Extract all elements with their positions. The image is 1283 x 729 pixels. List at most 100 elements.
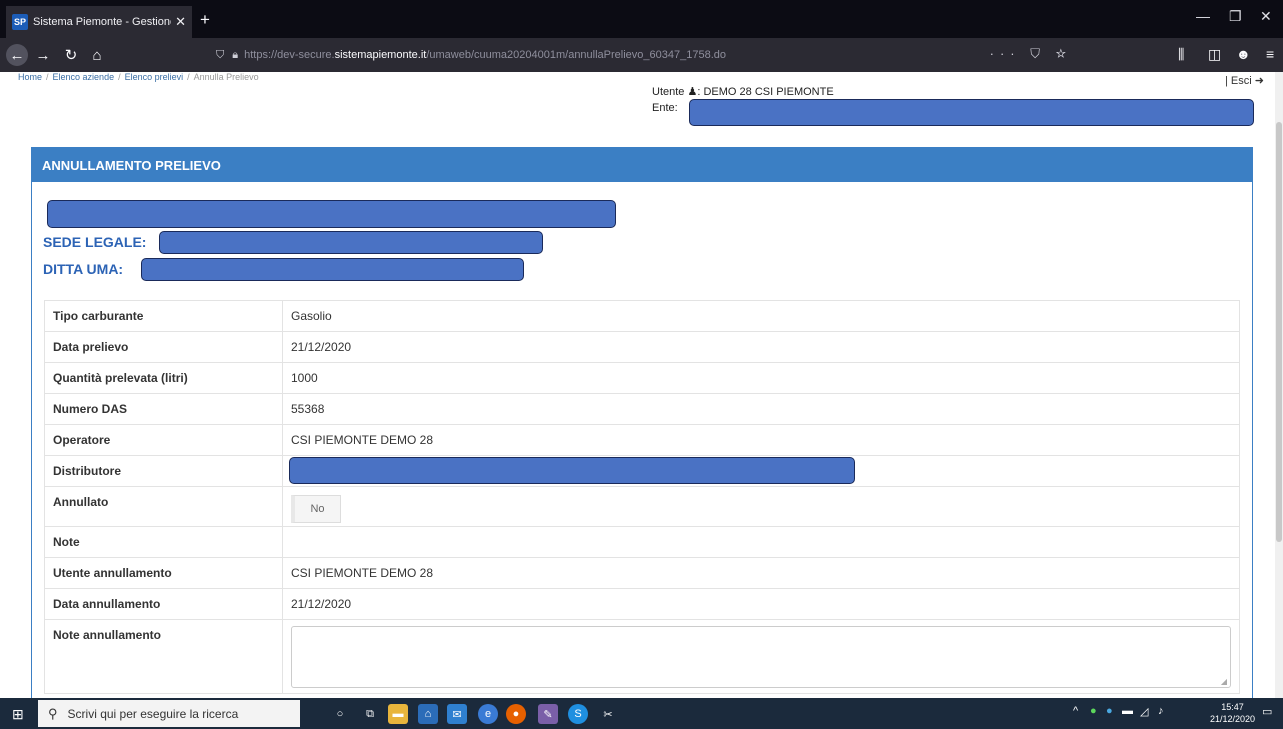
table-row: Note annullamento ◢ (44, 619, 1240, 694)
table-row: Operatore CSI PIEMONTE DEMO 28 (44, 424, 1240, 456)
forward-arrow-icon[interactable]: → (32, 44, 54, 66)
volume-icon[interactable]: ♪ (1158, 705, 1164, 717)
site-favicon-icon: SP (12, 14, 28, 30)
table-row: Utente annullamento CSI PIEMONTE DEMO 28 (44, 557, 1240, 589)
taskbar-search[interactable]: ⚲ Scrivi qui per eseguire la ricerca (38, 700, 300, 727)
quantita-label: Quantità prelevata (litri) (44, 362, 283, 394)
task-view-icon[interactable]: ⧉ (360, 704, 380, 724)
data-annullamento-value: 21/12/2020 (282, 588, 1240, 620)
annullato-label: Annullato (44, 486, 283, 527)
account-icon[interactable]: ☻ (1236, 46, 1251, 62)
note-annullamento-label: Note annullamento (44, 619, 283, 694)
logout-link[interactable]: | Esci ➜ (1225, 74, 1264, 87)
mail-icon[interactable]: ✉ (447, 704, 467, 724)
user-label: Utente (652, 86, 685, 98)
annullato-toggle[interactable]: No (291, 495, 341, 523)
scrollbar-thumb[interactable] (1276, 122, 1282, 542)
note-label: Note (44, 526, 283, 558)
resize-grip-icon[interactable]: ◢ (1221, 677, 1227, 686)
operatore-label: Operatore (44, 424, 283, 456)
clock-time: 15:47 (1221, 702, 1244, 712)
table-row: Data prelievo 21/12/2020 (44, 331, 1240, 363)
new-tab-icon[interactable]: + (200, 10, 210, 30)
sede-legale-label: SEDE LEGALE: (43, 234, 147, 250)
breadcrumb-prelievi[interactable]: Elenco prelievi (125, 72, 184, 82)
breadcrumb-home[interactable]: Home (18, 72, 42, 82)
redacted-sede (159, 231, 543, 254)
clock-date: 21/12/2020 (1210, 714, 1256, 724)
tipo-carburante-label: Tipo carburante (44, 300, 283, 332)
library-icon[interactable]: ⫼ (1178, 46, 1184, 63)
redacted-ditta (141, 258, 524, 281)
window-close-icon[interactable]: ✕ (1260, 8, 1272, 25)
battery-icon[interactable]: ▬ (1122, 705, 1133, 717)
annullato-cell: No (282, 486, 1240, 527)
network-icon[interactable]: ◿ (1140, 705, 1148, 718)
url-prefix: https://dev-secure. (244, 49, 335, 61)
table-row: Annullato No (44, 486, 1240, 527)
data-prelievo-value: 21/12/2020 (282, 331, 1240, 363)
utente-annullamento-label: Utente annullamento (44, 557, 283, 589)
browser-tab[interactable]: SP Sistema Piemonte - Gestione a ✕ (6, 6, 192, 38)
breadcrumb-current: Annulla Prelievo (193, 72, 259, 82)
data-prelievo-label: Data prelievo (44, 331, 283, 363)
quantita-value: 1000 (282, 362, 1240, 394)
utente-annullamento-value: CSI PIEMONTE DEMO 28 (282, 557, 1240, 589)
browser-titlebar: SP Sistema Piemonte - Gestione a ✕ + — ❐… (0, 0, 1283, 38)
numero-das-label: Numero DAS (44, 393, 283, 425)
user-icon: ♟ (687, 86, 698, 98)
tray-sync-icon[interactable]: ● (1106, 705, 1113, 717)
tray-app-icon[interactable]: ● (1090, 705, 1097, 717)
home-icon[interactable]: ⌂ (86, 44, 108, 66)
skype-icon[interactable]: S (568, 704, 588, 724)
back-arrow-icon[interactable]: ← (6, 44, 28, 66)
distributore-label: Distributore (44, 455, 283, 487)
breadcrumb-aziende[interactable]: Elenco aziende (53, 72, 115, 82)
table-row: Numero DAS 55368 (44, 393, 1240, 425)
page-content: Home / Elenco aziende / Elenco prelievi / Annu… (0, 72, 1283, 698)
data-annullamento-label: Data annullamento (44, 588, 283, 620)
url-host: sistemapiemonte.it (334, 49, 427, 61)
browser-navbar: ← → ↻ ⌂ ⛉ 🔒︎ https://dev-secure. sistemap… (0, 38, 1283, 72)
minimize-icon[interactable]: — (1196, 8, 1210, 24)
note-annullamento-textarea[interactable]: ◢ (291, 626, 1231, 688)
edge-icon[interactable]: e (478, 704, 498, 724)
store-icon[interactable]: ⌂ (418, 704, 438, 724)
page-actions-icons[interactable]: ··· ⛉ ☆ (990, 46, 1072, 62)
ditta-uma-label: DITTA UMA: (43, 261, 124, 277)
restore-icon[interactable]: ❐ (1229, 8, 1242, 25)
page-scrollbar[interactable] (1275, 72, 1283, 698)
firefox-icon[interactable]: ● (506, 704, 526, 724)
cortana-icon[interactable]: ○ (330, 704, 350, 724)
redacted-ente (689, 99, 1254, 126)
snipping-tool-icon[interactable]: ✂ (598, 704, 618, 724)
file-explorer-icon[interactable]: ▬ (388, 704, 408, 724)
reload-icon[interactable]: ↻ (60, 44, 82, 66)
tipo-carburante-value: Gasolio (282, 300, 1240, 332)
tracking-shield-icon[interactable]: ⛉ (216, 49, 224, 62)
table-row: Tipo carburante Gasolio (44, 300, 1240, 332)
logout-icon[interactable]: ➜ (1255, 75, 1264, 87)
tray-chevron-icon[interactable]: ^ (1073, 705, 1078, 717)
tab-close-icon[interactable]: ✕ (175, 14, 186, 30)
lock-icon[interactable]: 🔒︎ (232, 49, 238, 62)
ente-label: Ente: (652, 102, 678, 114)
url-bar[interactable]: ⛉ 🔒︎ https://dev-secure. sistemapiemonte.… (216, 43, 1076, 67)
notifications-icon[interactable]: ▭ (1262, 705, 1272, 718)
redacted-distributore (289, 457, 855, 484)
note-annullamento-cell: ◢ (282, 619, 1240, 694)
user-name: DEMO 28 CSI PIEMONTE (703, 86, 834, 98)
table-row: Distributore (44, 455, 1240, 487)
taskbar-clock[interactable]: 15:47 21/12/2020 (1210, 701, 1255, 725)
logout-label[interactable]: | Esci (1225, 75, 1252, 87)
table-row: Note (44, 526, 1240, 558)
tab-title: Sistema Piemonte - Gestione a (33, 16, 172, 28)
paint-icon[interactable]: ✎ (538, 704, 558, 724)
taskbar-search-placeholder: Scrivi qui per eseguire la ricerca (67, 706, 239, 721)
table-row: Quantità prelevata (litri) 1000 (44, 362, 1240, 394)
details-table: Tipo carburante Gasolio Data prelievo 21… (44, 300, 1240, 694)
sidebar-icon[interactable]: ◫ (1208, 46, 1221, 63)
menu-icon[interactable]: ≡ (1266, 46, 1274, 62)
windows-start-icon[interactable]: ⊞ (12, 706, 24, 723)
redacted-azienda (47, 200, 616, 228)
